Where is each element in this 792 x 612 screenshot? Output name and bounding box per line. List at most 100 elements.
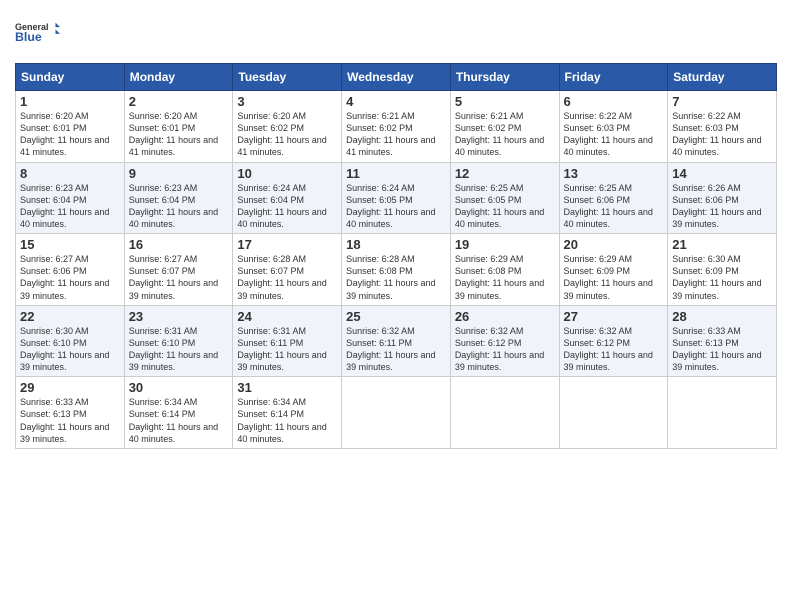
calendar-header-tuesday: Tuesday [233,64,342,91]
calendar-table: SundayMondayTuesdayWednesdayThursdayFrid… [15,63,777,449]
day-number: 27 [564,309,664,324]
svg-text:Blue: Blue [15,30,42,44]
day-info: Sunrise: 6:34 AMSunset: 6:14 PMDaylight:… [129,396,229,445]
day-number: 4 [346,94,446,109]
day-info: Sunrise: 6:32 AMSunset: 6:12 PMDaylight:… [455,325,555,374]
calendar-cell: 18Sunrise: 6:28 AMSunset: 6:08 PMDayligh… [342,234,451,306]
calendar-cell: 23Sunrise: 6:31 AMSunset: 6:10 PMDayligh… [124,305,233,377]
day-info: Sunrise: 6:23 AMSunset: 6:04 PMDaylight:… [129,182,229,231]
calendar-week-2: 8Sunrise: 6:23 AMSunset: 6:04 PMDaylight… [16,162,777,234]
calendar-cell: 7Sunrise: 6:22 AMSunset: 6:03 PMDaylight… [668,91,777,163]
day-number: 25 [346,309,446,324]
day-info: Sunrise: 6:34 AMSunset: 6:14 PMDaylight:… [237,396,337,445]
calendar-cell: 11Sunrise: 6:24 AMSunset: 6:05 PMDayligh… [342,162,451,234]
day-number: 10 [237,166,337,181]
calendar-cell: 5Sunrise: 6:21 AMSunset: 6:02 PMDaylight… [450,91,559,163]
day-info: Sunrise: 6:21 AMSunset: 6:02 PMDaylight:… [455,110,555,159]
calendar-header-sunday: Sunday [16,64,125,91]
day-info: Sunrise: 6:27 AMSunset: 6:07 PMDaylight:… [129,253,229,302]
day-number: 7 [672,94,772,109]
day-info: Sunrise: 6:29 AMSunset: 6:08 PMDaylight:… [455,253,555,302]
calendar-cell: 29Sunrise: 6:33 AMSunset: 6:13 PMDayligh… [16,377,125,449]
day-info: Sunrise: 6:26 AMSunset: 6:06 PMDaylight:… [672,182,772,231]
calendar-header-row: SundayMondayTuesdayWednesdayThursdayFrid… [16,64,777,91]
day-info: Sunrise: 6:31 AMSunset: 6:11 PMDaylight:… [237,325,337,374]
day-number: 2 [129,94,229,109]
calendar-cell: 25Sunrise: 6:32 AMSunset: 6:11 PMDayligh… [342,305,451,377]
day-number: 6 [564,94,664,109]
calendar-cell [450,377,559,449]
day-number: 22 [20,309,120,324]
calendar-cell: 10Sunrise: 6:24 AMSunset: 6:04 PMDayligh… [233,162,342,234]
day-info: Sunrise: 6:21 AMSunset: 6:02 PMDaylight:… [346,110,446,159]
calendar-week-3: 15Sunrise: 6:27 AMSunset: 6:06 PMDayligh… [16,234,777,306]
calendar-header-monday: Monday [124,64,233,91]
day-number: 5 [455,94,555,109]
day-number: 26 [455,309,555,324]
day-info: Sunrise: 6:32 AMSunset: 6:11 PMDaylight:… [346,325,446,374]
calendar-week-1: 1Sunrise: 6:20 AMSunset: 6:01 PMDaylight… [16,91,777,163]
day-info: Sunrise: 6:20 AMSunset: 6:01 PMDaylight:… [20,110,120,159]
day-number: 15 [20,237,120,252]
day-number: 17 [237,237,337,252]
calendar-cell: 8Sunrise: 6:23 AMSunset: 6:04 PMDaylight… [16,162,125,234]
day-info: Sunrise: 6:27 AMSunset: 6:06 PMDaylight:… [20,253,120,302]
day-info: Sunrise: 6:33 AMSunset: 6:13 PMDaylight:… [20,396,120,445]
day-info: Sunrise: 6:25 AMSunset: 6:05 PMDaylight:… [455,182,555,231]
calendar-cell [342,377,451,449]
day-info: Sunrise: 6:33 AMSunset: 6:13 PMDaylight:… [672,325,772,374]
day-number: 31 [237,380,337,395]
day-number: 14 [672,166,772,181]
calendar-cell: 9Sunrise: 6:23 AMSunset: 6:04 PMDaylight… [124,162,233,234]
day-number: 12 [455,166,555,181]
calendar-header-friday: Friday [559,64,668,91]
day-info: Sunrise: 6:28 AMSunset: 6:07 PMDaylight:… [237,253,337,302]
calendar-cell: 26Sunrise: 6:32 AMSunset: 6:12 PMDayligh… [450,305,559,377]
day-info: Sunrise: 6:22 AMSunset: 6:03 PMDaylight:… [564,110,664,159]
day-number: 24 [237,309,337,324]
day-number: 11 [346,166,446,181]
day-number: 19 [455,237,555,252]
day-number: 8 [20,166,120,181]
calendar-cell: 28Sunrise: 6:33 AMSunset: 6:13 PMDayligh… [668,305,777,377]
calendar-cell [559,377,668,449]
day-info: Sunrise: 6:23 AMSunset: 6:04 PMDaylight:… [20,182,120,231]
day-info: Sunrise: 6:24 AMSunset: 6:04 PMDaylight:… [237,182,337,231]
calendar-cell: 20Sunrise: 6:29 AMSunset: 6:09 PMDayligh… [559,234,668,306]
logo-svg: General Blue [15,10,60,55]
calendar-cell: 4Sunrise: 6:21 AMSunset: 6:02 PMDaylight… [342,91,451,163]
page: General Blue SundayMondayTuesdayWednesda… [0,0,792,612]
day-number: 13 [564,166,664,181]
calendar-cell: 3Sunrise: 6:20 AMSunset: 6:02 PMDaylight… [233,91,342,163]
calendar-week-4: 22Sunrise: 6:30 AMSunset: 6:10 PMDayligh… [16,305,777,377]
calendar-cell: 15Sunrise: 6:27 AMSunset: 6:06 PMDayligh… [16,234,125,306]
day-number: 21 [672,237,772,252]
day-info: Sunrise: 6:20 AMSunset: 6:01 PMDaylight:… [129,110,229,159]
day-info: Sunrise: 6:24 AMSunset: 6:05 PMDaylight:… [346,182,446,231]
day-info: Sunrise: 6:30 AMSunset: 6:09 PMDaylight:… [672,253,772,302]
day-info: Sunrise: 6:28 AMSunset: 6:08 PMDaylight:… [346,253,446,302]
calendar-cell: 6Sunrise: 6:22 AMSunset: 6:03 PMDaylight… [559,91,668,163]
calendar-cell: 19Sunrise: 6:29 AMSunset: 6:08 PMDayligh… [450,234,559,306]
calendar-cell: 12Sunrise: 6:25 AMSunset: 6:05 PMDayligh… [450,162,559,234]
calendar-cell: 31Sunrise: 6:34 AMSunset: 6:14 PMDayligh… [233,377,342,449]
day-number: 1 [20,94,120,109]
calendar-cell: 21Sunrise: 6:30 AMSunset: 6:09 PMDayligh… [668,234,777,306]
day-number: 3 [237,94,337,109]
calendar-cell: 1Sunrise: 6:20 AMSunset: 6:01 PMDaylight… [16,91,125,163]
header: General Blue [15,10,777,55]
calendar-cell: 17Sunrise: 6:28 AMSunset: 6:07 PMDayligh… [233,234,342,306]
day-number: 29 [20,380,120,395]
day-info: Sunrise: 6:32 AMSunset: 6:12 PMDaylight:… [564,325,664,374]
day-info: Sunrise: 6:30 AMSunset: 6:10 PMDaylight:… [20,325,120,374]
day-info: Sunrise: 6:31 AMSunset: 6:10 PMDaylight:… [129,325,229,374]
day-number: 18 [346,237,446,252]
day-number: 9 [129,166,229,181]
calendar-cell: 30Sunrise: 6:34 AMSunset: 6:14 PMDayligh… [124,377,233,449]
day-number: 23 [129,309,229,324]
calendar-header-wednesday: Wednesday [342,64,451,91]
day-number: 30 [129,380,229,395]
day-info: Sunrise: 6:22 AMSunset: 6:03 PMDaylight:… [672,110,772,159]
logo: General Blue [15,10,60,55]
calendar-header-thursday: Thursday [450,64,559,91]
